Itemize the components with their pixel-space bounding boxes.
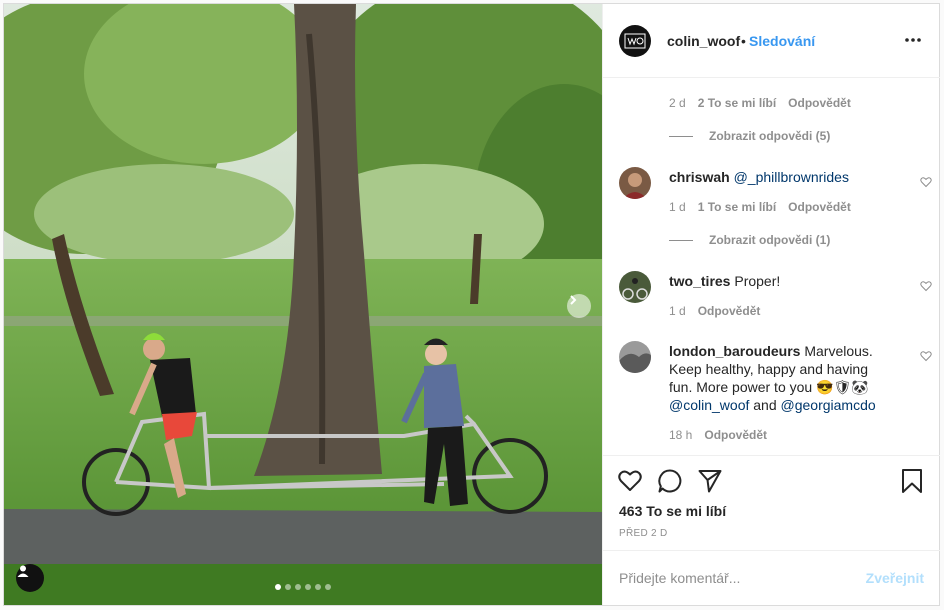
- divider: [669, 135, 693, 137]
- add-comment-bar: Zveřejnit: [603, 550, 940, 605]
- post-photo[interactable]: [4, 4, 602, 605]
- save-bookmark-icon[interactable]: [899, 468, 925, 494]
- avatar[interactable]: [619, 341, 651, 373]
- reply-button[interactable]: Odpovědět: [698, 304, 761, 318]
- comment-likes-link[interactable]: 2 To se mi líbí: [698, 96, 776, 110]
- carousel-dot: [275, 584, 281, 590]
- comment-username[interactable]: london_baroudeurs: [669, 343, 800, 359]
- view-replies-button[interactable]: Zobrazit odpovědi (5): [669, 129, 830, 143]
- post-comment-button[interactable]: Zveřejnit: [866, 570, 924, 586]
- reply-button[interactable]: Odpovědět: [704, 428, 767, 442]
- mention-link[interactable]: @georgiamcdo: [781, 397, 876, 413]
- carousel-indicator: [275, 584, 331, 590]
- post-side-panel: colin_woof • Sledování 2 d 2 To se mi lí…: [602, 4, 940, 605]
- post-header: colin_woof • Sledování: [603, 4, 940, 78]
- comment-meta: 1 d Odpovědět: [669, 304, 760, 318]
- comment-text: two_tires Proper!: [669, 272, 889, 290]
- mention-link[interactable]: @_phillbrownrides: [734, 169, 849, 185]
- comment-time: 2 d: [669, 96, 686, 110]
- post-author-username[interactable]: colin_woof: [667, 33, 740, 49]
- mention-link[interactable]: @colin_woof: [669, 397, 749, 413]
- carousel-dot: [295, 584, 301, 590]
- comment-text: chriswah @_phillbrownrides: [669, 168, 889, 186]
- likes-count[interactable]: 463 To se mi líbí: [619, 503, 726, 519]
- comment-time: 18 h: [669, 428, 693, 442]
- like-comment-heart-icon[interactable]: [920, 350, 932, 362]
- woof-logo-icon: [624, 33, 646, 49]
- reply-button[interactable]: Odpovědět: [788, 200, 851, 214]
- comment-username[interactable]: chriswah: [669, 169, 730, 185]
- carousel-dot: [315, 584, 321, 590]
- post-actions: 463 To se mi líbí PŘED 2 D: [603, 455, 940, 550]
- comment-meta: 2 d 2 To se mi líbí Odpovědět: [669, 96, 851, 110]
- avatar[interactable]: [619, 167, 651, 199]
- comment-text: london_baroudeurs Marvelous. Keep health…: [669, 342, 889, 414]
- like-comment-heart-icon[interactable]: [920, 280, 932, 292]
- comment-list: 2 d 2 To se mi líbí Odpovědět Zobrazit o…: [603, 79, 940, 455]
- more-horizontal-icon[interactable]: [903, 30, 923, 50]
- comment-username[interactable]: two_tires: [669, 273, 730, 289]
- follow-button[interactable]: Sledování: [749, 33, 815, 49]
- commenter-avatar-image: [619, 271, 651, 303]
- photo-illustration: [4, 4, 602, 605]
- like-comment-heart-icon[interactable]: [920, 176, 932, 188]
- carousel-dot: [305, 584, 311, 590]
- view-replies-label: Zobrazit odpovědi (1): [709, 233, 831, 247]
- view-replies-button[interactable]: Zobrazit odpovědi (1): [669, 233, 830, 247]
- divider: [669, 239, 693, 241]
- comment-meta: 1 d 1 To se mi líbí Odpovědět: [669, 200, 851, 214]
- comment-input[interactable]: [619, 568, 849, 588]
- comment-likes-link[interactable]: 1 To se mi líbí: [698, 200, 776, 214]
- comment-body: Proper!: [734, 273, 781, 289]
- comment-bubble-icon[interactable]: [657, 468, 683, 494]
- like-heart-icon[interactable]: [617, 468, 643, 494]
- commenter-avatar-image: [619, 341, 651, 373]
- reply-button[interactable]: Odpovědět: [788, 96, 851, 110]
- avatar[interactable]: [619, 271, 651, 303]
- post-timestamp[interactable]: PŘED 2 D: [619, 528, 668, 539]
- share-send-icon[interactable]: [697, 468, 723, 494]
- view-replies-label: Zobrazit odpovědi (5): [709, 129, 831, 143]
- post-card: colin_woof • Sledování 2 d 2 To se mi lí…: [3, 3, 940, 606]
- comment-time: 1 d: [669, 200, 686, 214]
- tagged-users-button[interactable]: [16, 564, 44, 592]
- carousel-next-button[interactable]: [567, 294, 591, 318]
- comment-meta: 18 h Odpovědět: [669, 428, 767, 442]
- header-separator: •: [741, 33, 746, 49]
- comment-joiner: and: [753, 397, 777, 413]
- chevron-right-icon: [570, 295, 577, 305]
- carousel-dot: [285, 584, 291, 590]
- comment-time: 1 d: [669, 304, 686, 318]
- user-icon: [17, 565, 29, 577]
- carousel-dot: [325, 584, 331, 590]
- commenter-avatar-image: [619, 167, 651, 199]
- avatar[interactable]: [619, 25, 651, 57]
